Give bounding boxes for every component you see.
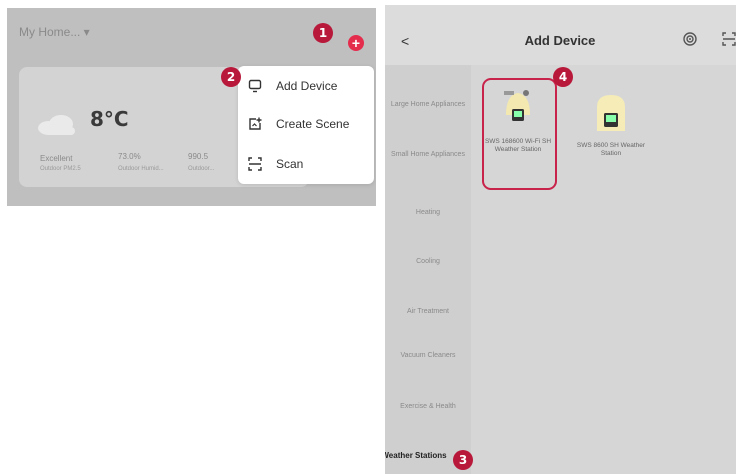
menu-item-label: Scan (276, 157, 304, 171)
callout-badge-3: 3 (453, 450, 473, 470)
device-label: SWS 168600 Wi-Fi SH Weather Station (484, 138, 552, 153)
stat-value-pm25: Excellent (40, 154, 73, 163)
category-sidebar: Large Home Appliances Small Home Applian… (385, 65, 471, 474)
menu-item-label: Create Scene (276, 117, 350, 131)
category-heating[interactable]: Heating (385, 208, 471, 217)
auto-scan-icon[interactable] (683, 32, 697, 46)
menu-item-label: Add Device (276, 79, 338, 93)
device-item-sws-168600[interactable]: SWS 168600 Wi-Fi SH Weather Station (482, 85, 554, 154)
menu-item-create-scene[interactable]: Create Scene (248, 112, 349, 136)
category-large-home-appliances[interactable]: Large Home Appliances (385, 100, 471, 109)
scan-icon[interactable] (722, 32, 736, 46)
stat-label-pm25: Outdoor PM2.5 (40, 166, 81, 172)
category-air-treatment[interactable]: Air Treatment (385, 307, 471, 316)
scan-icon (248, 157, 262, 171)
cloud-icon (38, 115, 75, 135)
callout-badge-1: 1 (313, 23, 333, 43)
page-title: Add Device (524, 33, 596, 48)
device-label: SWS 8600 SH Weather Station (576, 142, 646, 157)
menu-item-add-device[interactable]: Add Device (248, 74, 337, 98)
weather-station-icon (597, 95, 625, 131)
stat-label-pressure: Outdoor... (188, 166, 215, 172)
menu-item-scan[interactable]: Scan (248, 152, 303, 176)
back-icon[interactable]: < (401, 33, 409, 49)
stat-value-pressure: 990.5 (188, 152, 209, 161)
callout-badge-2: 2 (221, 67, 241, 87)
home-selector[interactable]: My Home... ▾ (19, 25, 90, 39)
add-menu: Add Device Create Scene Scan (238, 66, 374, 184)
category-cooling[interactable]: Cooling (385, 257, 471, 266)
callout-badge-4: 4 (553, 67, 573, 87)
add-button[interactable]: + (348, 35, 364, 51)
category-small-home-appliances[interactable]: Small Home Appliances (385, 150, 471, 159)
add-device-icon (248, 79, 262, 93)
category-vacuum-cleaners[interactable]: Vacuum Cleaners (385, 351, 471, 360)
stat-value-humidity: 73.0% (118, 152, 141, 161)
weather-station-icon (504, 90, 530, 121)
category-exercise-health[interactable]: Exercise & Health (385, 402, 471, 411)
create-scene-icon (249, 117, 262, 130)
device-item-sws-8600[interactable]: SWS 8600 SH Weather Station (575, 93, 647, 158)
stat-label-humidity: Outdoor Humid... (118, 166, 164, 172)
category-weather-stations[interactable]: Weather Stations (385, 451, 457, 460)
temperature-value: 8°C (90, 107, 129, 131)
